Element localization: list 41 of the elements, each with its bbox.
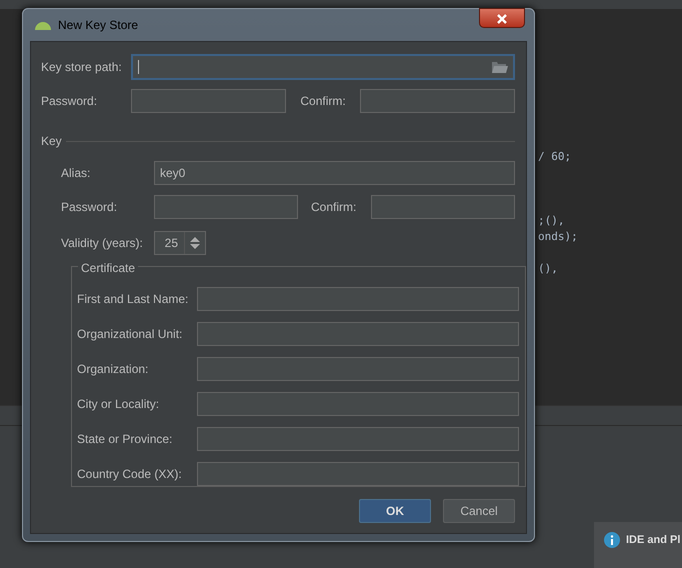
text-field[interactable] bbox=[197, 427, 519, 451]
password-field[interactable] bbox=[154, 195, 298, 219]
section-title: Key bbox=[41, 133, 62, 150]
close-button[interactable] bbox=[479, 8, 525, 28]
text-field[interactable] bbox=[197, 462, 519, 486]
field-label: City or Locality: bbox=[77, 396, 160, 413]
field-label: State or Province: bbox=[77, 431, 174, 448]
field-label: Validity (years): bbox=[61, 235, 144, 252]
field-label: Alias: bbox=[61, 165, 92, 182]
dialog-button[interactable]: OK bbox=[359, 499, 431, 523]
window-title: New Key Store bbox=[58, 17, 138, 34]
field-label: Confirm: bbox=[300, 93, 347, 110]
field-label: First and Last Name: bbox=[77, 291, 190, 308]
code-line: ;(), bbox=[538, 214, 564, 227]
text-field[interactable] bbox=[197, 357, 519, 381]
text-field[interactable] bbox=[197, 287, 519, 311]
field-label: Key store path: bbox=[41, 59, 123, 76]
dialog-button[interactable]: Cancel bbox=[443, 499, 515, 523]
number-spinner[interactable]: 25 bbox=[154, 231, 206, 255]
field-label: Organizational Unit: bbox=[77, 326, 184, 343]
code-line: (), bbox=[538, 262, 558, 275]
android-icon bbox=[34, 20, 52, 30]
field-label: Password: bbox=[61, 199, 118, 216]
info-icon bbox=[604, 532, 620, 548]
close-icon bbox=[497, 14, 507, 24]
code-line: / 60; bbox=[538, 150, 572, 163]
alias-field[interactable]: key0 bbox=[154, 161, 515, 185]
field-label: Password: bbox=[41, 93, 98, 110]
code-line: onds); bbox=[538, 230, 578, 243]
text-field[interactable] bbox=[197, 392, 519, 416]
password-field[interactable] bbox=[131, 89, 286, 113]
notification-title: IDE and Pl bbox=[626, 533, 680, 548]
folder-icon[interactable] bbox=[492, 61, 508, 73]
text-field[interactable] bbox=[197, 322, 519, 346]
field-label: Organization: bbox=[77, 361, 150, 378]
field-label: Country Code (XX): bbox=[77, 466, 183, 483]
path-field[interactable] bbox=[130, 54, 515, 80]
spinner-arrows-icon[interactable] bbox=[190, 237, 200, 249]
password-field[interactable] bbox=[360, 89, 515, 113]
password-field[interactable] bbox=[371, 195, 515, 219]
field-label: Confirm: bbox=[311, 199, 358, 216]
